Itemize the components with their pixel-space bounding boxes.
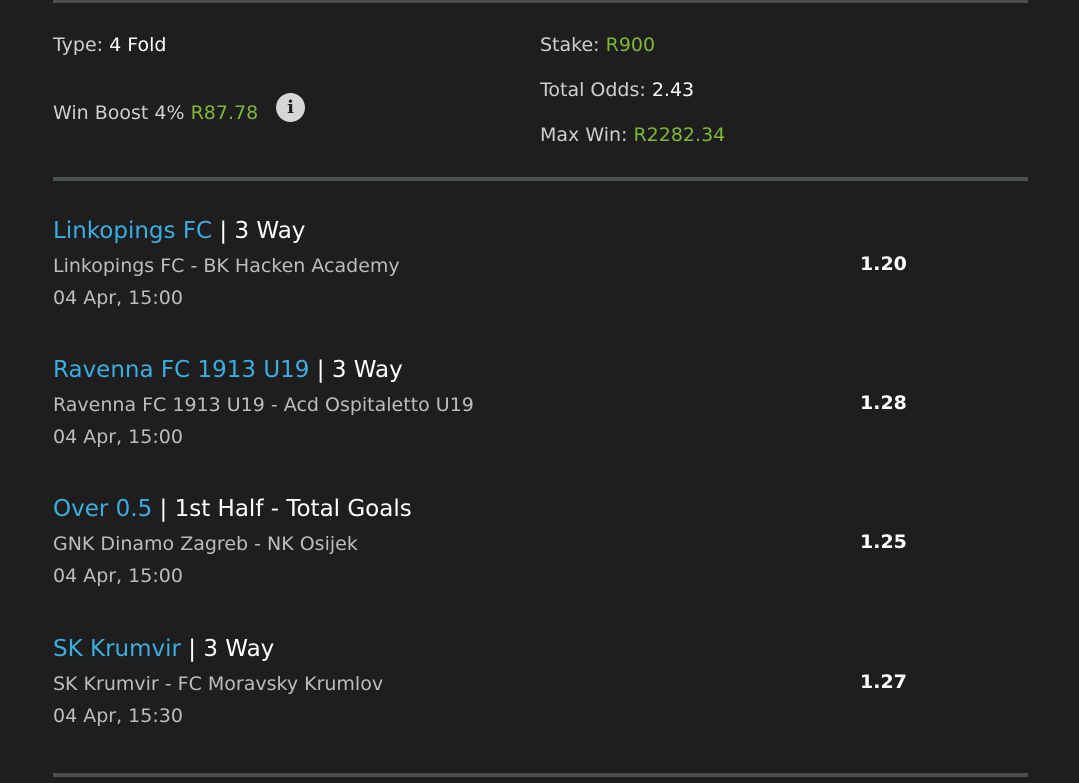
selection-pick: SK Krumvir: [53, 636, 181, 662]
selection-pick: Ravenna FC 1913 U19: [53, 357, 310, 383]
selection-separator: |: [316, 357, 325, 383]
bottom-divider: [53, 773, 1028, 777]
top-divider: [53, 0, 1028, 3]
selection-teams: GNK Dinamo Zagreb - NK Osijek: [53, 533, 358, 555]
selection-pick: Linkopings FC: [53, 218, 213, 244]
selection-market: 3 Way: [203, 636, 275, 662]
stake-value: R900: [605, 34, 656, 56]
selection-market: 3 Way: [234, 218, 306, 244]
selection-separator: |: [159, 496, 168, 522]
selection-item: SK Krumvir | 3 Way SK Krumvir - FC Morav…: [53, 634, 953, 754]
bet-type-label: Type:: [53, 34, 104, 56]
bet-type: Type: 4 Fold: [53, 32, 166, 59]
selection-title: Ravenna FC 1913 U19 | 3 Way: [53, 355, 403, 385]
selection-odds: 1.25: [860, 531, 907, 553]
selection-time: 04 Apr, 15:00: [53, 287, 183, 309]
win-boost-label: Win Boost 4%: [53, 102, 185, 124]
total-odds: Total Odds: 2.43: [540, 77, 694, 104]
stake-label: Stake:: [540, 34, 600, 56]
bet-type-value: 4 Fold: [109, 34, 167, 56]
selection-teams: Linkopings FC - BK Hacken Academy: [53, 255, 400, 277]
win-boost-value: R87.78: [190, 102, 259, 124]
selection-time: 04 Apr, 15:00: [53, 426, 183, 448]
selection-teams: SK Krumvir - FC Moravsky Krumlov: [53, 673, 384, 695]
selection-separator: |: [219, 218, 228, 244]
max-win-value: R2282.34: [633, 124, 726, 146]
info-icon[interactable]: i: [276, 93, 305, 122]
selection-odds: 1.28: [860, 392, 907, 414]
selection-odds: 1.27: [860, 671, 907, 693]
selection-market: 3 Way: [331, 357, 403, 383]
selection-pick: Over 0.5: [53, 496, 153, 522]
selection-item: Linkopings FC | 3 Way Linkopings FC - BK…: [53, 216, 953, 336]
total-odds-label: Total Odds:: [540, 79, 646, 101]
stake: Stake: R900: [540, 32, 655, 59]
selection-title: Over 0.5 | 1st Half - Total Goals: [53, 494, 412, 524]
selection-time: 04 Apr, 15:00: [53, 565, 183, 587]
max-win-label: Max Win:: [540, 124, 628, 146]
total-odds-value: 2.43: [651, 79, 695, 101]
selection-teams: Ravenna FC 1913 U19 - Acd Ospitaletto U1…: [53, 394, 474, 416]
selection-time: 04 Apr, 15:30: [53, 705, 183, 727]
selection-title: SK Krumvir | 3 Way: [53, 634, 274, 664]
summary-divider: [53, 177, 1028, 181]
selection-item: Ravenna FC 1913 U19 | 3 Way Ravenna FC 1…: [53, 355, 953, 475]
selection-odds: 1.20: [860, 253, 907, 275]
max-win: Max Win: R2282.34: [540, 122, 725, 149]
selection-title: Linkopings FC | 3 Way: [53, 216, 305, 246]
selection-separator: |: [188, 636, 197, 662]
selection-item: Over 0.5 | 1st Half - Total Goals GNK Di…: [53, 494, 953, 614]
betslip-detail: Type: 4 Fold Win Boost 4% R87.78 i Stake…: [0, 0, 1079, 783]
win-boost: Win Boost 4% R87.78: [53, 100, 258, 127]
selection-market: 1st Half - Total Goals: [174, 496, 412, 522]
